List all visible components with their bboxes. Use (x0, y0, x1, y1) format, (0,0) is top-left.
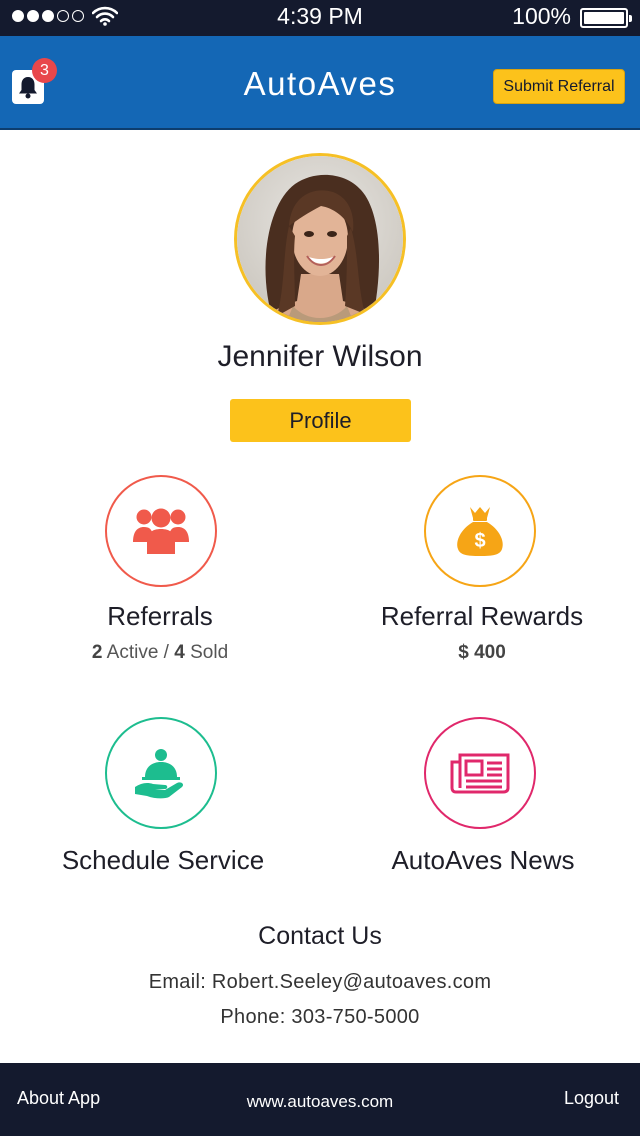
sold-count: 4 (174, 642, 185, 663)
contact-phone[interactable]: Phone: 303-750-5000 (0, 1006, 640, 1029)
status-bar: 4:39 PM 100% (0, 0, 640, 36)
active-count: 2 (91, 642, 103, 663)
avatar[interactable] (234, 153, 406, 325)
money-bag-icon: $ (457, 507, 503, 556)
app-header: 3 AutoAves Submit Referral (0, 36, 640, 130)
newspaper-icon (450, 753, 510, 794)
logout-link[interactable]: Logout (564, 1088, 619, 1109)
service-circle[interactable] (105, 717, 217, 829)
active-text: Active / (102, 642, 175, 663)
contact-title: Contact Us (258, 922, 382, 950)
service-label: Schedule Service (61, 845, 265, 875)
service-hand-icon (135, 749, 184, 799)
referrals-label: Referrals (107, 601, 213, 631)
battery-percentage: 100% (512, 3, 571, 29)
referrals-circle[interactable] (105, 475, 217, 587)
contact-email[interactable]: Email: Robert.Seeley@autoaves.com (0, 971, 640, 994)
footer-bar: About App www.autoaves.com Logout (0, 1063, 640, 1136)
group-icon (133, 508, 189, 554)
svg-text:$: $ (474, 530, 485, 552)
rewards-amount: $ 400 (322, 642, 640, 664)
rewards-circle[interactable]: $ (424, 475, 536, 587)
sold-text: Sold (184, 642, 229, 663)
rewards-label: Referral Rewards (380, 601, 584, 631)
user-name: Jennifer Wilson (217, 340, 423, 373)
referrals-summary: 2 Active / 4 Sold (0, 642, 320, 664)
battery-icon (580, 8, 632, 28)
website-link[interactable]: www.autoaves.com (0, 1092, 640, 1112)
news-label: AutoAves News (391, 845, 575, 875)
profile-button[interactable]: Profile (230, 399, 411, 442)
rewards-amount-value: $ 400 (458, 642, 506, 663)
submit-referral-button[interactable]: Submit Referral (493, 69, 625, 104)
news-circle[interactable] (424, 717, 536, 829)
